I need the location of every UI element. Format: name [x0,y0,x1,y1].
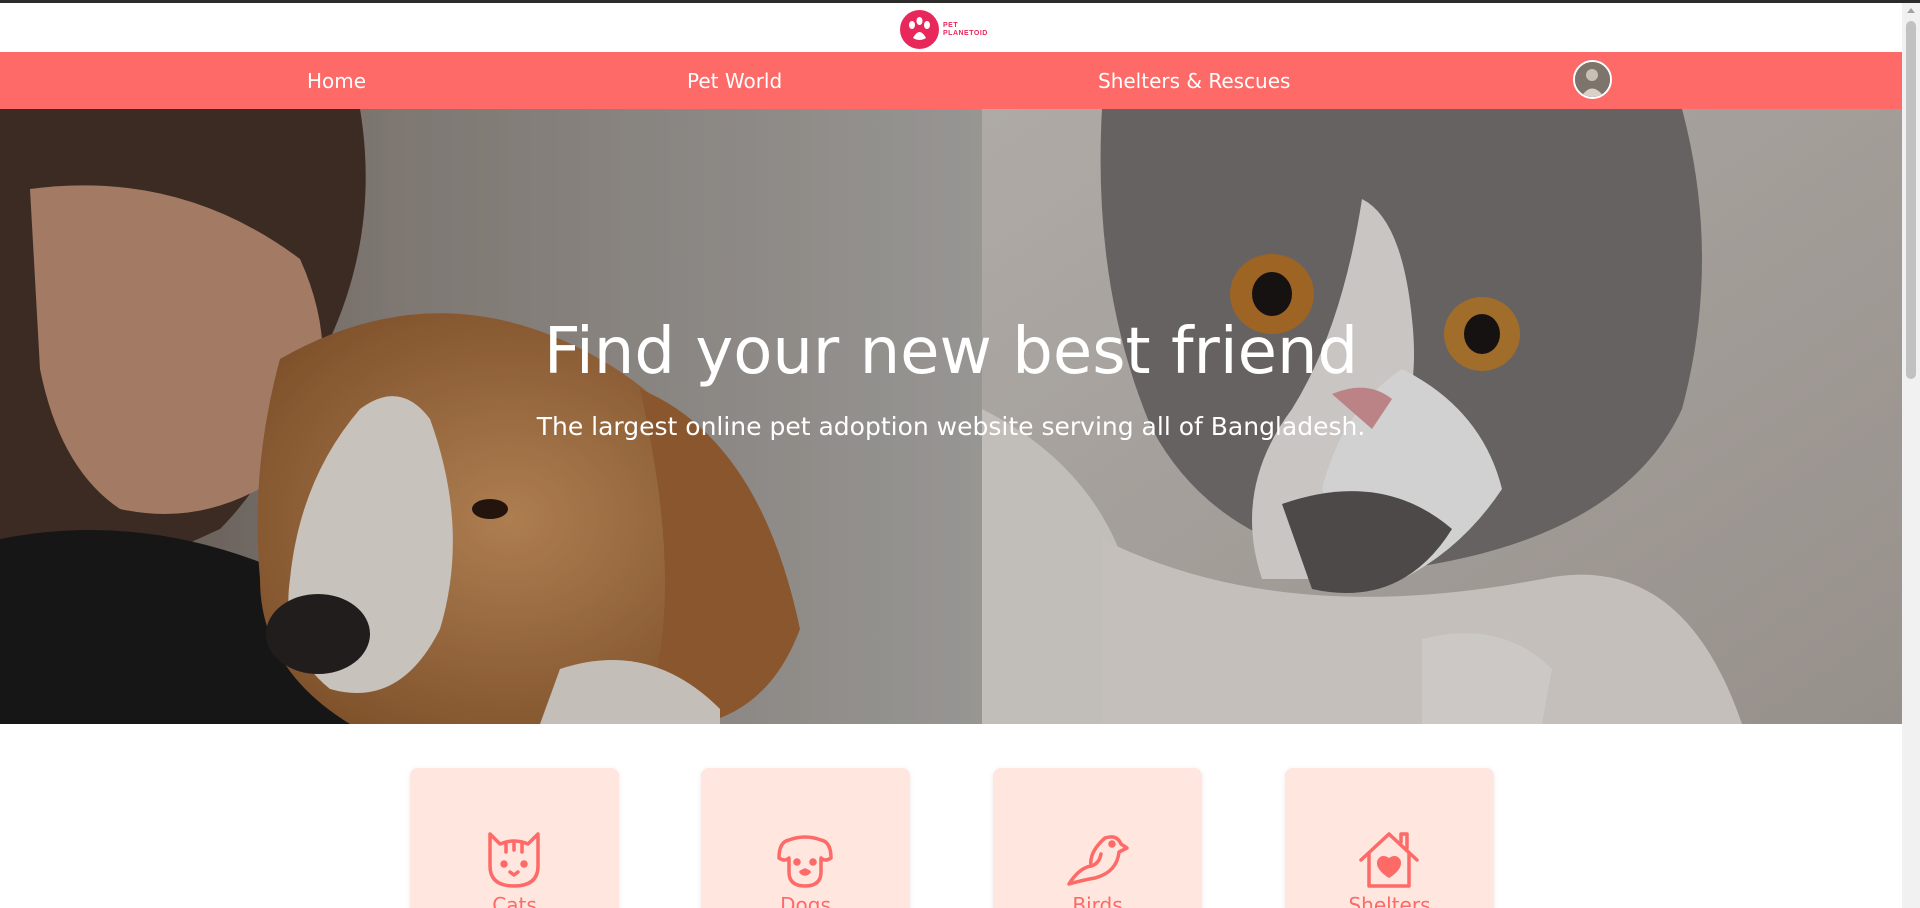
category-card-cats[interactable]: Cats [410,768,619,908]
hero-subtitle: The largest online pet adoption website … [536,412,1366,441]
shelter-house-heart-icon [1357,828,1421,892]
scroll-up-arrow-icon[interactable] [1907,8,1915,13]
category-label-birds: Birds [1072,893,1123,908]
category-label-cats: Cats [492,893,537,908]
cat-icon [482,828,546,892]
scrollbar-thumb[interactable] [1906,21,1916,379]
category-card-birds[interactable]: Birds [993,768,1202,908]
category-card-dogs[interactable]: Dogs [701,768,910,908]
logo-bar: PET PLANETOID [0,3,1902,52]
hero-banner: Find your new best friend The largest on… [0,109,1902,724]
page-scrollbar[interactable] [1902,3,1920,908]
logo-line-2: PLANETOID [943,29,988,37]
category-card-shelters[interactable]: Shelters [1285,768,1494,908]
category-cards: Cats Dogs Birds Shelters [0,768,1902,908]
paw-logo-icon [900,10,939,49]
category-label-shelters: Shelters [1348,893,1431,908]
logo-wordmark: PET PLANETOID [943,22,988,38]
dog-icon [773,828,837,892]
nav-shelters-rescues[interactable]: Shelters & Rescues [1098,69,1290,93]
logo-line-1: PET [943,21,959,29]
nav-home[interactable]: Home [307,69,366,93]
site-logo[interactable]: PET PLANETOID [900,10,988,49]
hero-title: Find your new best friend [543,315,1359,389]
category-label-dogs: Dogs [780,893,831,908]
nav-pet-world[interactable]: Pet World [687,69,782,93]
bird-icon [1065,828,1129,892]
user-avatar[interactable] [1573,60,1612,99]
main-navigation: Home Pet World Shelters & Rescues [0,52,1902,109]
